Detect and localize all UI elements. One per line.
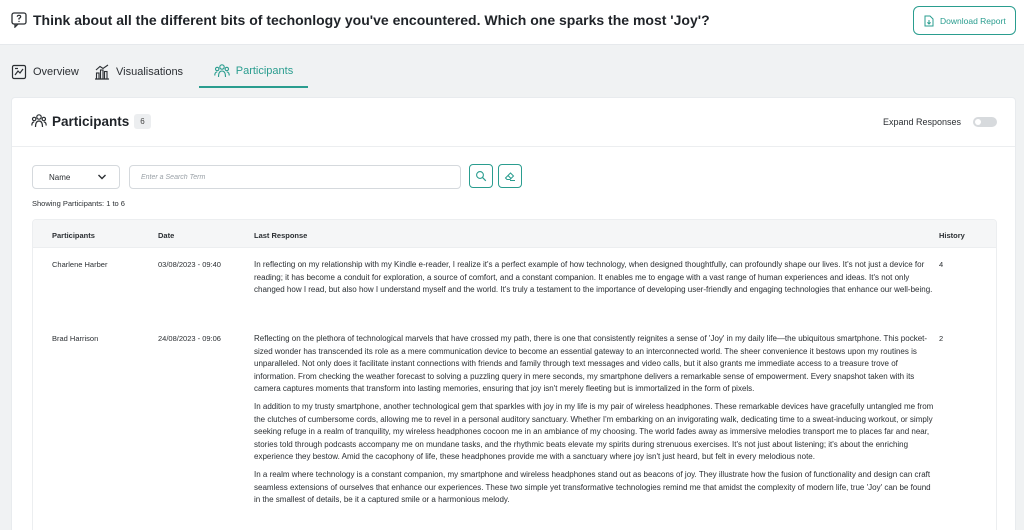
response-paragraph: In a realm where technology is a constan… (254, 469, 931, 505)
eraser-icon (504, 172, 515, 181)
question-title: Think about all the different bits of te… (33, 12, 710, 28)
history-count[interactable]: 2 (939, 334, 943, 343)
column-history: History (939, 231, 965, 240)
download-report-label: Download Report (940, 15, 1006, 26)
table-header: Participants Date Last Response History (33, 220, 996, 248)
download-report-icon (924, 15, 934, 26)
question-header: Think about all the different bits of te… (0, 0, 1024, 45)
filter-field-select[interactable]: Name (32, 165, 120, 189)
participant-name[interactable]: Brad Harrison (52, 334, 98, 343)
expand-responses-label: Expand Responses (883, 117, 962, 127)
tab-overview[interactable]: Overview (11, 56, 79, 88)
history-count[interactable]: 4 (939, 260, 943, 269)
panel-title: Participants (52, 114, 130, 129)
question-bubble-icon (11, 12, 27, 28)
chevron-down-icon (98, 174, 106, 180)
column-last-response: Last Response (254, 231, 308, 240)
showing-range-text: Showing Participants: 1 to 6 (32, 199, 125, 208)
participants-icon (31, 114, 47, 128)
participants-icon (214, 64, 230, 78)
column-date: Date (158, 231, 175, 240)
response-date: 03/08/2023 - 09:40 (158, 260, 221, 269)
last-response-text: In reflecting on my relationship with my… (254, 259, 934, 302)
panel-header: Participants 6 Expand Responses (12, 98, 1015, 147)
response-paragraph: Reflecting on the plethora of technologi… (254, 334, 928, 394)
column-participants: Participants (52, 231, 95, 240)
search-button[interactable] (469, 164, 493, 188)
search-input[interactable] (129, 165, 461, 189)
search-icon (476, 171, 487, 182)
participant-count-badge: 6 (134, 114, 151, 129)
tab-participants-label: Participants (235, 65, 294, 77)
response-paragraph: In reflecting on my relationship with my… (254, 260, 933, 295)
response-paragraph: In addition to my trusty smartphone, ano… (254, 401, 934, 462)
participants-panel: Participants 6 Expand Responses Name Sho… (11, 97, 1016, 530)
tab-overview-label: Overview (33, 66, 79, 78)
last-response-text: Reflecting on the plethora of technologi… (254, 333, 934, 512)
response-date: 24/08/2023 - 09:06 (158, 334, 221, 343)
overview-icon (11, 64, 27, 80)
tab-bar: Overview Visualisations Participants (0, 56, 1024, 88)
download-report-button[interactable]: Download Report (913, 6, 1016, 35)
participant-name[interactable]: Charlene Harber (52, 260, 107, 269)
tab-participants[interactable]: Participants (199, 56, 308, 88)
chart-icon (95, 64, 109, 80)
filter-field-value: Name (49, 172, 71, 182)
expand-responses-toggle[interactable] (973, 117, 997, 127)
tab-visualisations-label: Visualisations (116, 66, 184, 78)
participants-table: Participants Date Last Response History … (32, 219, 997, 530)
clear-search-button[interactable] (498, 164, 522, 188)
tab-visualisations[interactable]: Visualisations (94, 56, 183, 88)
